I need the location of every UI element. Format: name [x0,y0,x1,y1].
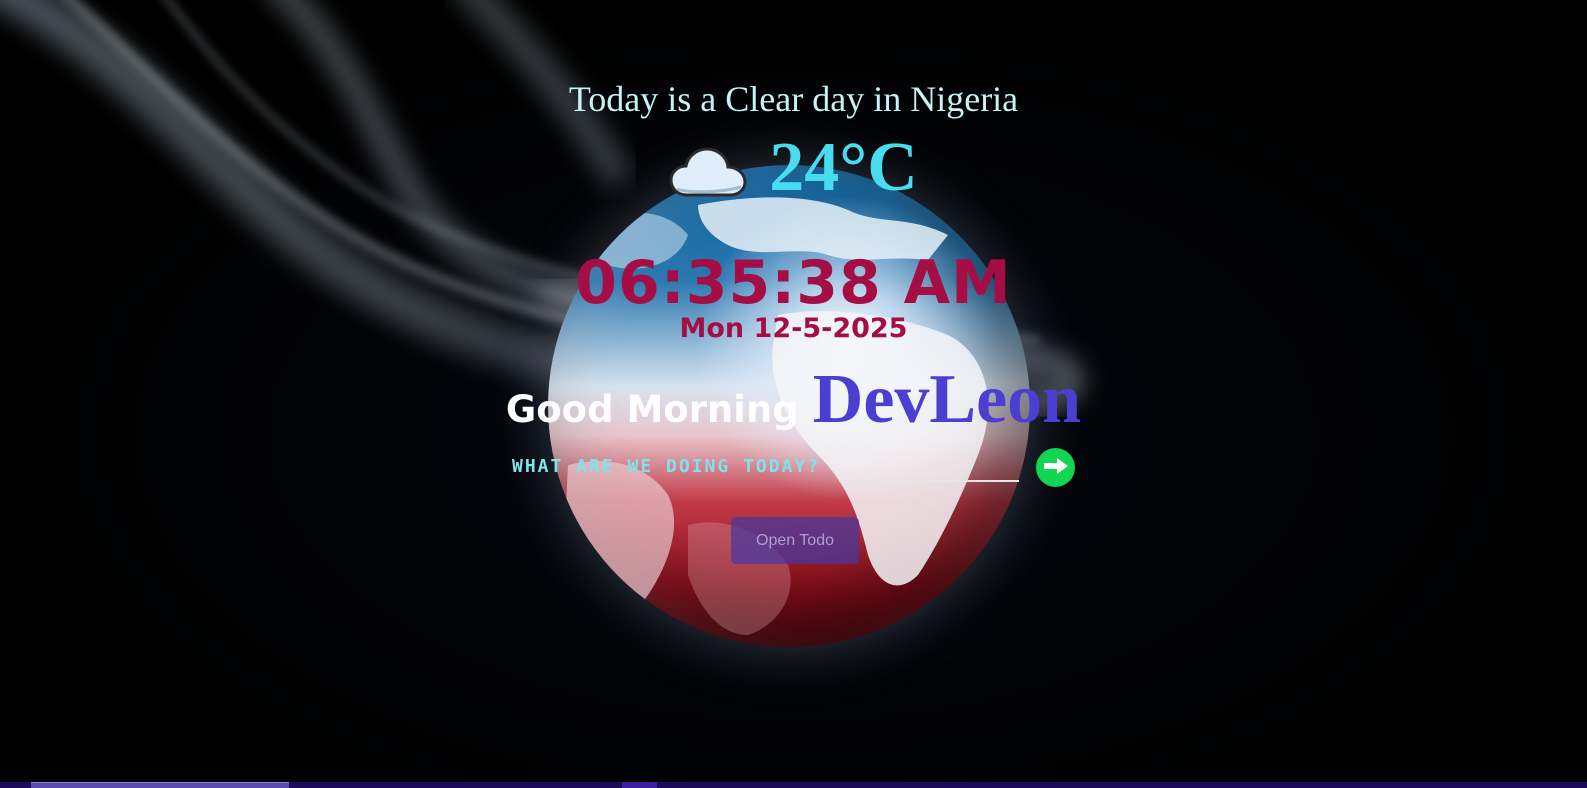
clock-time: 06:35:38 AM [575,248,1012,318]
open-todo-button[interactable]: Open Todo [731,517,859,564]
greeting-row: Good Morning DevLeon [0,360,1587,440]
add-todo-button[interactable] [1036,448,1075,487]
todo-prompt-label: WHAT ARE WE DOING TODAY? [512,456,821,477]
user-name: DevLeon [812,361,1082,438]
todo-input[interactable] [839,454,1019,482]
taskbar-item[interactable] [622,782,657,788]
todo-form: WHAT ARE WE DOING TODAY? [512,448,1082,488]
greeting-text: Good Morning [505,388,799,431]
arrow-right-icon [1042,456,1070,479]
cloud-icon [669,145,747,201]
temperature-value: 24°C [769,129,918,206]
weather-description: Today is a Clear day in Nigeria [568,79,1019,119]
temperature-row: 24°C [0,130,1587,206]
app-background: Today is a Clear day in Nigeria 24°C 06:… [0,0,1587,788]
taskbar-item[interactable] [31,782,289,788]
clock-date: Mon 12-5-2025 [679,313,908,344]
